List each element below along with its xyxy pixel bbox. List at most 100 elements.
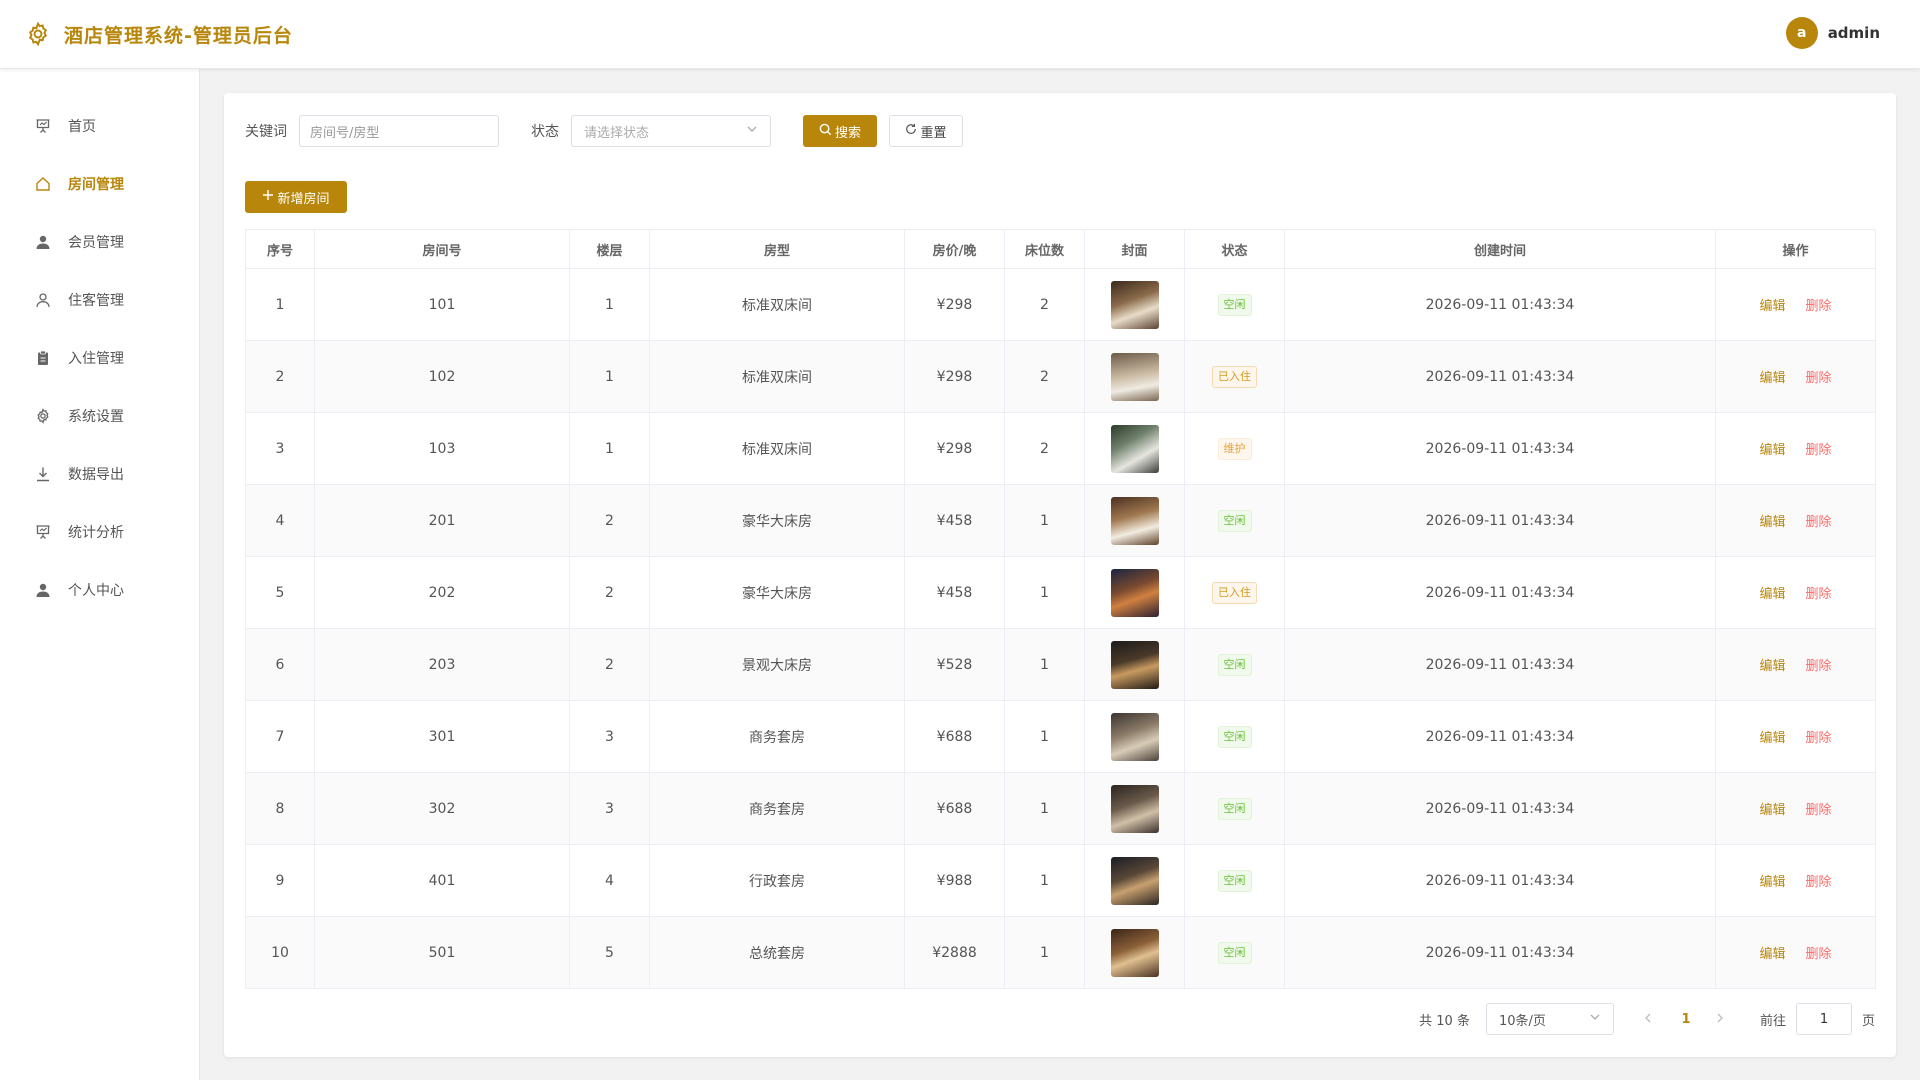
cell-cover	[1084, 628, 1185, 701]
column-header: 状态	[1184, 229, 1285, 269]
cell-beds: 1	[1004, 844, 1085, 917]
cell-room: 102	[314, 340, 570, 413]
cell-no: 8	[245, 772, 315, 845]
sidebar-item-label: 住客管理	[68, 293, 124, 309]
room-cover-image[interactable]	[1110, 640, 1159, 689]
table-row: 7 301 3 商务套房 ¥688 1 空闲 2026-09-11 01:43:34 编辑 删除	[245, 700, 1876, 773]
edit-button[interactable]: 编辑	[1759, 947, 1785, 962]
sidebar-item-6[interactable]: 数据导出	[0, 445, 199, 503]
sidebar-item-label: 首页	[68, 119, 96, 135]
sidebar: 首页房间管理 会员管理住客管理入住管理 系统设置 数据导出 统计分析 个人中心	[0, 69, 200, 1080]
room-cover-image[interactable]	[1110, 784, 1159, 833]
room-cover-image[interactable]	[1110, 280, 1159, 329]
cell-type: 豪华大床房	[649, 556, 905, 629]
sidebar-item-7[interactable]: 统计分析	[0, 503, 199, 561]
add-room-button[interactable]: 新增房间	[245, 181, 347, 213]
room-cover-image[interactable]	[1110, 856, 1159, 905]
search-button-label: 搜索	[834, 125, 861, 141]
gear-icon	[24, 20, 52, 48]
brand: 酒店管理系统-管理员后台	[24, 20, 293, 48]
status-select[interactable]: 请选择状态	[571, 115, 771, 147]
cell-no: 9	[245, 844, 315, 917]
status-badge: 已入住	[1212, 365, 1257, 388]
edit-button[interactable]: 编辑	[1759, 875, 1785, 890]
delete-button[interactable]: 删除	[1806, 587, 1832, 602]
sidebar-item-5[interactable]: 系统设置	[0, 387, 199, 445]
column-header: 床位数	[1004, 229, 1085, 269]
cell-actions: 编辑 删除	[1715, 844, 1876, 917]
room-cover-image[interactable]	[1110, 568, 1159, 617]
prev-page-icon[interactable]	[1636, 1012, 1660, 1027]
sidebar-item-3[interactable]: 住客管理	[0, 271, 199, 329]
username[interactable]: admin	[1828, 24, 1880, 42]
cell-no: 1	[245, 268, 315, 341]
cell-actions: 编辑 删除	[1715, 340, 1876, 413]
room-cover-image[interactable]	[1110, 424, 1159, 473]
status-badge: 空闲	[1217, 509, 1252, 532]
edit-button[interactable]: 编辑	[1759, 659, 1785, 674]
cell-price: ¥688	[904, 700, 1005, 773]
sidebar-item-4[interactable]: 入住管理	[0, 329, 199, 387]
delete-button[interactable]: 删除	[1806, 443, 1832, 458]
page-number-current[interactable]: 1	[1672, 1012, 1700, 1027]
cell-floor: 3	[569, 700, 650, 773]
cell-cover	[1084, 484, 1185, 557]
table-row: 3 103 1 标准双床间 ¥298 2 维护 2026-09-11 01:43:34 编辑 删除	[245, 412, 1876, 485]
status-badge: 空闲	[1217, 725, 1252, 748]
cell-price: ¥298	[904, 268, 1005, 341]
delete-button[interactable]: 删除	[1806, 947, 1832, 962]
presentation-icon	[34, 523, 52, 541]
room-cover-image[interactable]	[1110, 928, 1159, 977]
column-header: 楼层	[569, 229, 650, 269]
page-size-select[interactable]: 10条/页	[1485, 1003, 1614, 1035]
delete-button[interactable]: 删除	[1806, 299, 1832, 314]
delete-button[interactable]: 删除	[1806, 371, 1832, 386]
edit-button[interactable]: 编辑	[1759, 803, 1785, 818]
cell-cover	[1084, 700, 1185, 773]
cell-type: 标准双床间	[649, 412, 905, 485]
sidebar-item-2[interactable]: 会员管理	[0, 213, 199, 271]
sidebar-item-1[interactable]: 房间管理	[0, 155, 199, 213]
cell-type: 标准双床间	[649, 340, 905, 413]
reset-button[interactable]: 重置	[889, 115, 963, 147]
cell-no: 10	[245, 916, 315, 989]
edit-button[interactable]: 编辑	[1759, 371, 1785, 386]
room-cover-image[interactable]	[1110, 352, 1159, 401]
cell-room: 203	[314, 628, 570, 701]
sidebar-item-8[interactable]: 个人中心	[0, 561, 199, 619]
edit-button[interactable]: 编辑	[1759, 443, 1785, 458]
add-room-label: 新增房间	[277, 191, 330, 207]
edit-button[interactable]: 编辑	[1759, 515, 1785, 530]
user-menu[interactable]: a admin	[1785, 17, 1880, 49]
cell-actions: 编辑 删除	[1715, 916, 1876, 989]
room-cover-image[interactable]	[1110, 496, 1159, 545]
cell-beds: 1	[1004, 916, 1085, 989]
goto-page-input[interactable]: 1	[1795, 1003, 1852, 1035]
cell-no: 3	[245, 412, 315, 485]
cell-floor: 1	[569, 268, 650, 341]
cell-type: 商务套房	[649, 772, 905, 845]
user-outline-icon	[34, 291, 52, 309]
user-filled-icon	[34, 233, 52, 251]
next-page-icon[interactable]	[1708, 1012, 1732, 1027]
cell-cover	[1084, 916, 1185, 989]
search-button[interactable]: 搜索	[803, 115, 877, 147]
edit-button[interactable]: 编辑	[1759, 587, 1785, 602]
delete-button[interactable]: 删除	[1806, 803, 1832, 818]
delete-button[interactable]: 删除	[1806, 875, 1832, 890]
cell-room: 103	[314, 412, 570, 485]
avatar[interactable]: a	[1785, 17, 1818, 49]
sidebar-item-0[interactable]: 首页	[0, 97, 199, 155]
edit-button[interactable]: 编辑	[1759, 731, 1785, 746]
total-count: 共 10 条	[1419, 1013, 1470, 1029]
chevron-down-icon	[746, 123, 758, 139]
keyword-input[interactable]: 房间号/房型	[299, 115, 499, 147]
table-row: 6 203 2 景观大床房 ¥528 1 空闲 2026-09-11 01:43:34 编辑 删除	[245, 628, 1876, 701]
cell-price: ¥458	[904, 556, 1005, 629]
room-cover-image[interactable]	[1110, 712, 1159, 761]
delete-button[interactable]: 删除	[1806, 659, 1832, 674]
edit-button[interactable]: 编辑	[1759, 299, 1785, 314]
cell-created: 2026-09-11 01:43:34	[1284, 700, 1716, 773]
delete-button[interactable]: 删除	[1806, 731, 1832, 746]
delete-button[interactable]: 删除	[1806, 515, 1832, 530]
